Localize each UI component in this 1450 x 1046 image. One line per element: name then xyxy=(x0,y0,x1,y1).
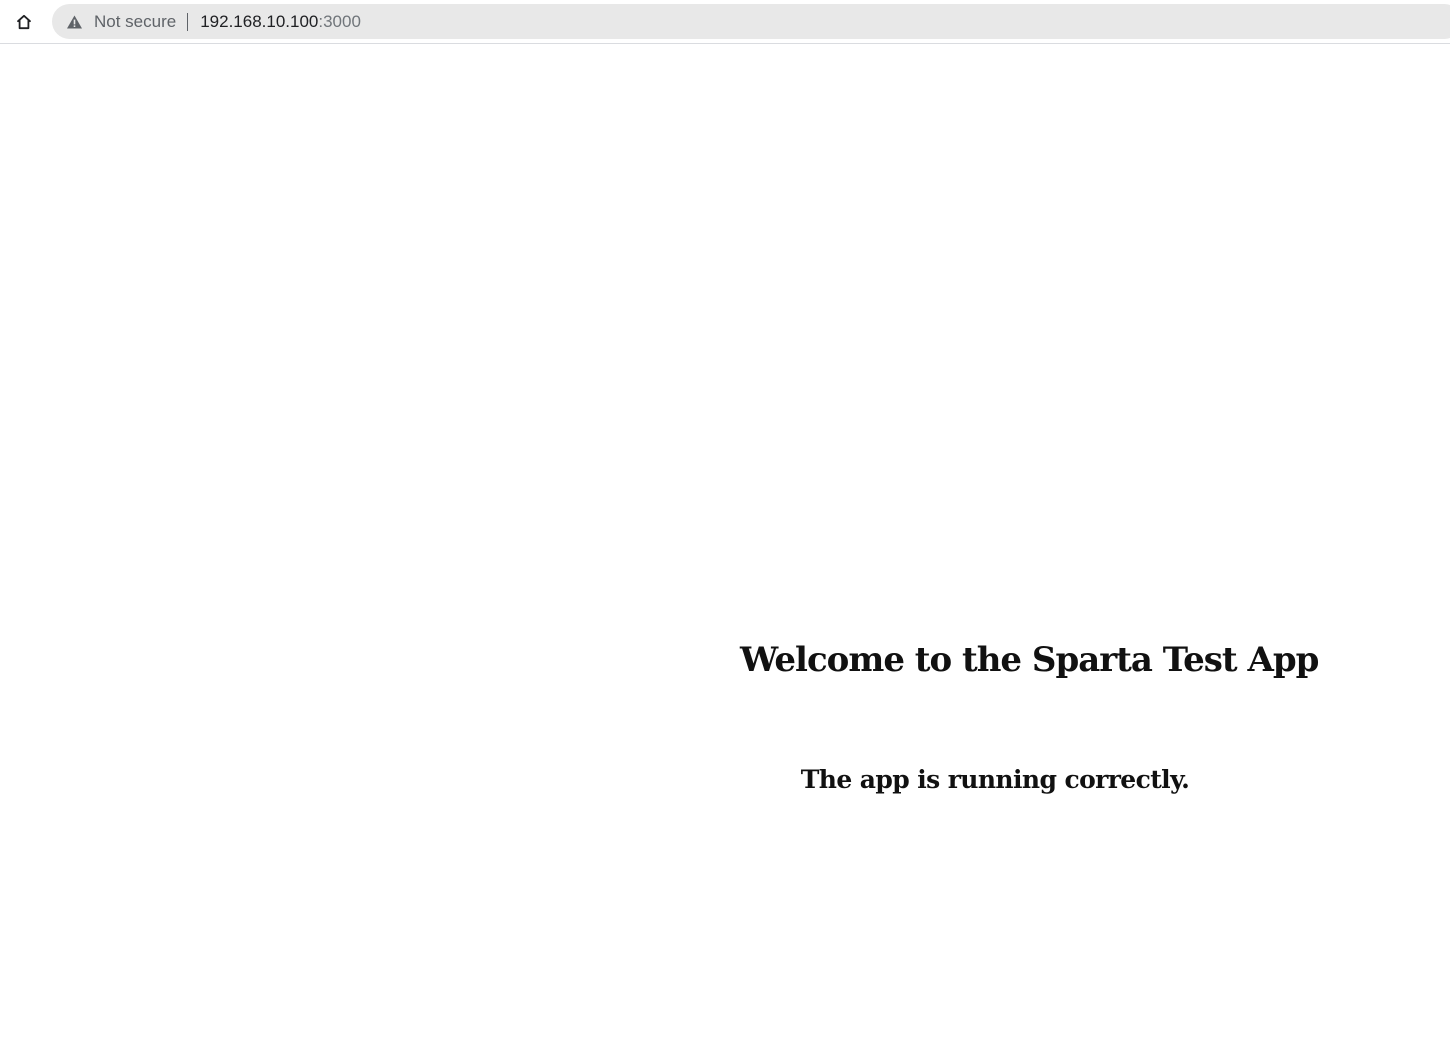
home-button[interactable] xyxy=(10,8,38,36)
separator xyxy=(187,12,189,31)
security-indicator[interactable]: Not secure xyxy=(66,12,176,32)
browser-toolbar: Not secure 192.168.10.100:3000 xyxy=(0,0,1450,44)
address-bar[interactable]: Not secure 192.168.10.100:3000 xyxy=(52,4,1450,39)
status-message: The app is running correctly. xyxy=(800,765,1190,794)
url-port: :3000 xyxy=(318,11,361,31)
home-icon xyxy=(15,13,33,31)
page-heading: Welcome to the Sparta Test App xyxy=(740,640,1319,680)
page-content: Welcome to the Sparta Test App The app i… xyxy=(0,45,1450,1046)
warning-triangle-icon xyxy=(66,14,83,30)
url-text[interactable]: 192.168.10.100:3000 xyxy=(200,12,361,32)
url-host: 192.168.10.100 xyxy=(200,11,319,31)
security-label: Not secure xyxy=(94,11,177,31)
